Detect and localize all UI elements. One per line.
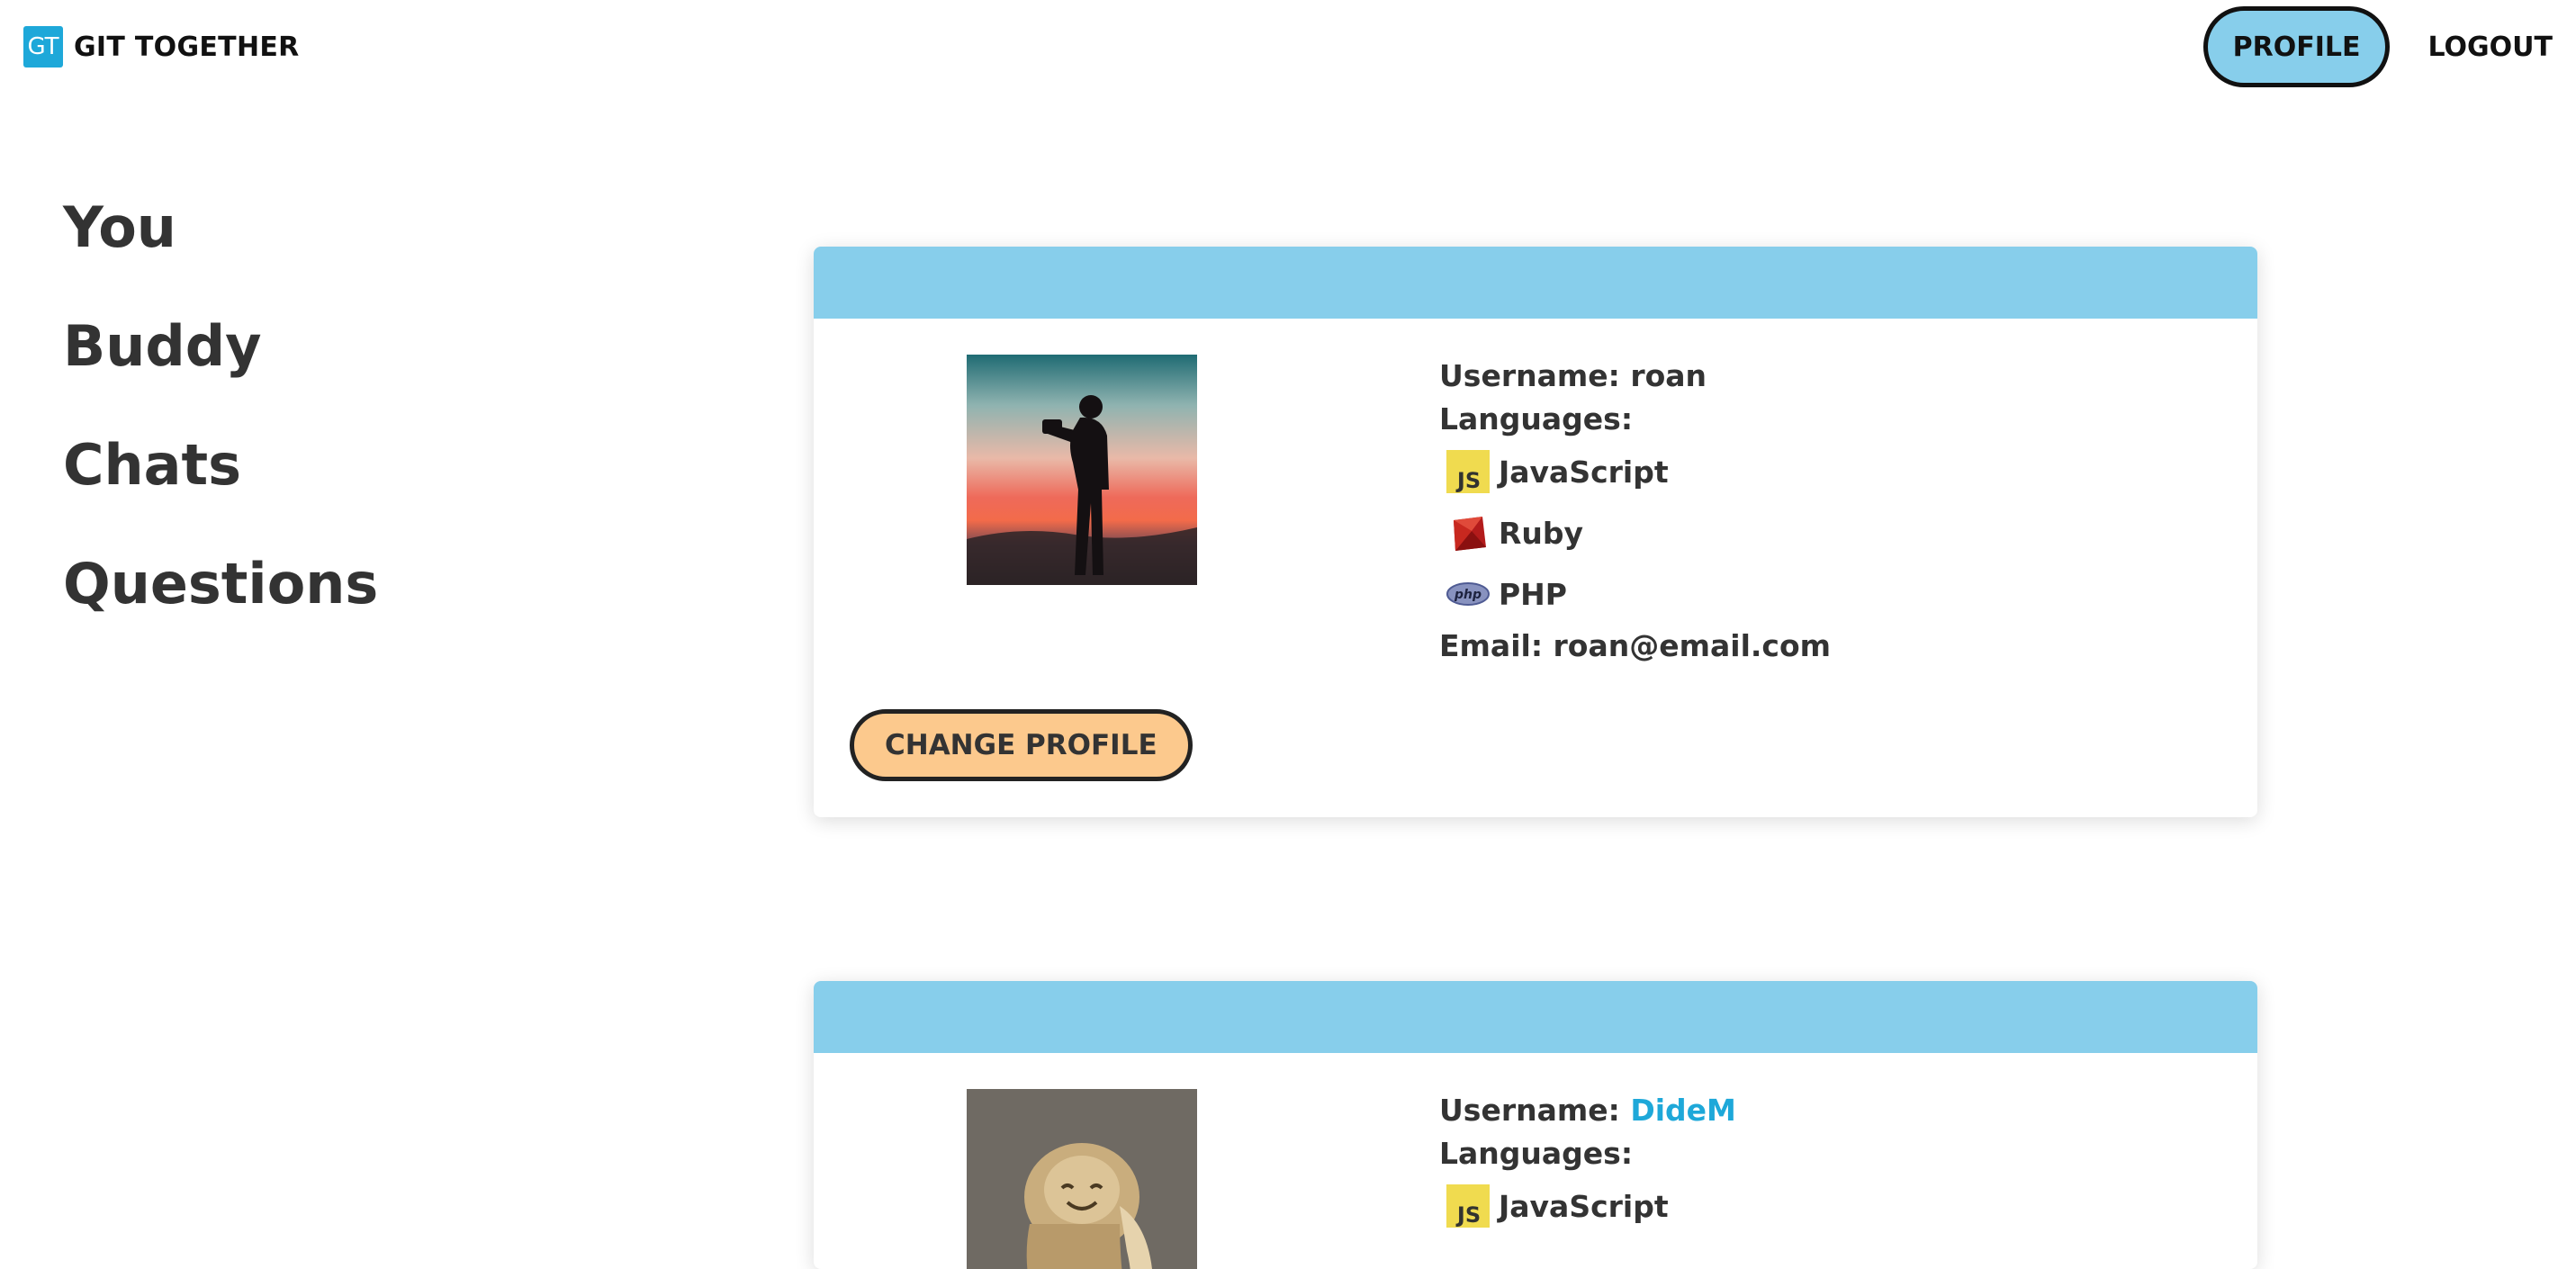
language-item: Ruby: [1439, 502, 1831, 563]
nav-links: PROFILE LOGOUT: [2202, 6, 2553, 87]
profile-info: Username: roan Languages: JS JavaScript …: [1439, 355, 1831, 668]
sidebar: You Buddy Chats Questions: [63, 198, 378, 614]
change-profile-button[interactable]: CHANGE PROFILE: [850, 709, 1193, 781]
brand-name: GIT TOGETHER: [74, 31, 300, 63]
sidebar-item-you[interactable]: You: [63, 198, 378, 257]
javascript-icon: JS: [1446, 450, 1490, 493]
buddy-info: Username: DideM Languages: JS JavaScript: [1439, 1089, 1736, 1237]
sidebar-item-questions[interactable]: Questions: [63, 554, 378, 614]
languages-label: Languages:: [1439, 401, 1634, 436]
logout-link[interactable]: LOGOUT: [2427, 32, 2553, 63]
svg-text:JS: JS: [1455, 468, 1481, 493]
language-item: php PHP: [1439, 563, 1831, 625]
language-name: JavaScript: [1499, 454, 1669, 490]
username-line: Username: roan: [1439, 355, 1831, 398]
language-name: PHP: [1499, 576, 1567, 612]
email-label: Email:: [1439, 628, 1544, 663]
language-item: JS JavaScript: [1439, 441, 1831, 502]
card-header: [814, 981, 2257, 1053]
sidebar-item-buddy[interactable]: Buddy: [63, 317, 378, 376]
gt-logo-icon: GT: [23, 26, 63, 68]
buddy-username-link[interactable]: DideM: [1630, 1093, 1736, 1128]
username-line: Username: DideM: [1439, 1089, 1736, 1132]
svg-text:php: php: [1454, 588, 1482, 602]
svg-text:JS: JS: [1455, 1202, 1481, 1228]
username-label: Username:: [1439, 1093, 1620, 1128]
buddy-card: Username: DideM Languages: JS JavaScript: [814, 981, 2257, 1269]
email-line: Email: roan@email.com: [1439, 625, 1831, 668]
top-navbar: GT GIT TOGETHER PROFILE LOGOUT: [0, 0, 2576, 94]
card-header: [814, 247, 2257, 319]
language-item: JS JavaScript: [1439, 1175, 1736, 1237]
username-value: roan: [1630, 358, 1707, 393]
buddy-photo[interactable]: [967, 1089, 1197, 1269]
profile-card: Username: roan Languages: JS JavaScript …: [814, 247, 2257, 817]
profile-photo: [967, 355, 1197, 585]
languages-label: Languages:: [1439, 1136, 1634, 1171]
javascript-icon: JS: [1446, 1184, 1490, 1228]
language-name: JavaScript: [1499, 1188, 1669, 1224]
email-value: roan@email.com: [1553, 628, 1832, 663]
php-icon: php: [1446, 582, 1490, 606]
sidebar-item-chats[interactable]: Chats: [63, 436, 378, 495]
language-name: Ruby: [1499, 515, 1584, 551]
profile-button[interactable]: PROFILE: [2202, 6, 2391, 87]
ruby-icon: [1454, 517, 1486, 551]
brand-link[interactable]: GT GIT TOGETHER: [23, 26, 300, 68]
username-label: Username:: [1439, 358, 1620, 393]
